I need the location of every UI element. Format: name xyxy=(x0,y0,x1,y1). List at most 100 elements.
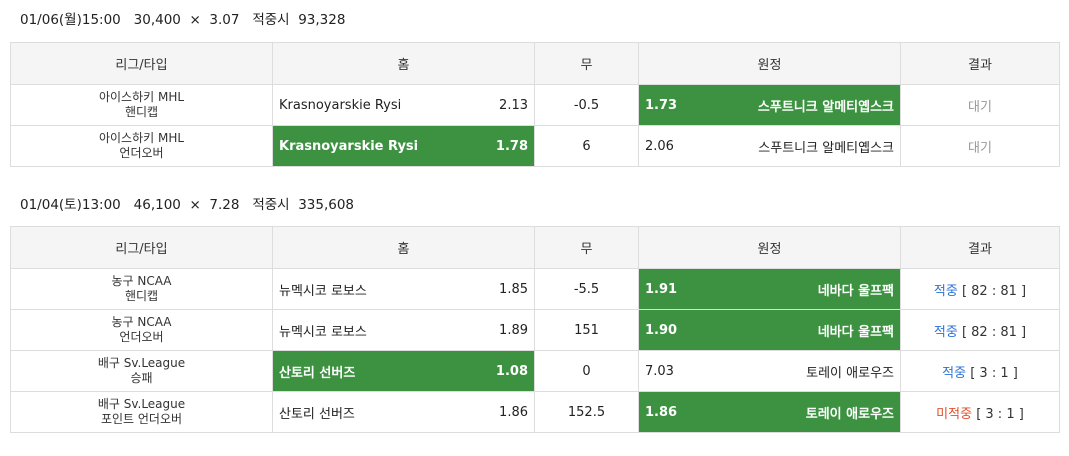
payout-label: 적중시 xyxy=(252,197,290,213)
away-odds: 1.86 xyxy=(645,404,678,420)
bet-table: 리그/타입 홈 무 원정 결과 농구 NCAA 핸디캡 뉴멕시코 로보스 1.85 … xyxy=(10,226,1060,433)
result-status: 적중 xyxy=(933,283,958,299)
bet-type: 핸디캡 xyxy=(124,105,159,119)
draw-cell[interactable]: -5.5 xyxy=(534,268,639,310)
col-header-result: 결과 xyxy=(900,42,1060,85)
away-odds-cell[interactable]: 2.06 스푸트니크 알메티옙스크 xyxy=(638,125,901,167)
draw-cell[interactable]: 151 xyxy=(534,309,639,351)
away-odds: 1.91 xyxy=(645,281,678,297)
league-name: 농구 NCAA xyxy=(111,315,172,329)
league-cell: 농구 NCAA 핸디캡 xyxy=(10,268,273,310)
home-team: Krasnoyarskie Rysi xyxy=(279,138,419,154)
result-status: 미적중 xyxy=(936,406,973,422)
league-name: 농구 NCAA xyxy=(111,274,172,288)
result-score: [ 82 : 81 ] xyxy=(961,324,1027,340)
home-odds-cell-selected[interactable]: Krasnoyarskie Rysi 1.78 xyxy=(272,125,535,167)
table-row: 배구 Sv.League 승패 산토리 선버즈 1.08 0 7.03 토레이 애로우… xyxy=(10,350,1060,392)
slip-total-odds: 3.07 xyxy=(209,12,240,28)
result-status: 대기 xyxy=(968,99,992,115)
home-odds: 2.13 xyxy=(499,97,528,113)
table-row: 배구 Sv.League 포인트 언더오버 산토리 선버즈 1.86 152.5 1… xyxy=(10,391,1060,433)
league-name: 아이스하키 MHL xyxy=(98,90,185,104)
col-header-league: 리그/타입 xyxy=(10,226,273,269)
home-odds-cell[interactable]: 뉴멕시코 로보스 1.85 xyxy=(272,268,535,310)
league-cell: 배구 Sv.League 포인트 언더오버 xyxy=(10,391,273,433)
table-row: 아이스하키 MHL 핸디캡 Krasnoyarskie Rysi 2.13 -0.5… xyxy=(10,84,1060,126)
away-team: 네바다 울프팩 xyxy=(817,283,894,299)
slip-header: 01/04(토)13:00 46,100 × 7.28 적중시 335,608 xyxy=(20,195,354,215)
result-cell: 대기 xyxy=(900,125,1060,167)
table-row: 농구 NCAA 핸디캡 뉴멕시코 로보스 1.85 -5.5 1.91 네바다 울프팩… xyxy=(10,268,1060,310)
col-header-result: 결과 xyxy=(900,226,1060,269)
result-score: [ 82 : 81 ] xyxy=(961,283,1027,299)
league-cell: 배구 Sv.League 승패 xyxy=(10,350,273,392)
away-odds: 1.90 xyxy=(645,322,678,338)
slip-stake: 30,400 xyxy=(133,12,181,28)
result-cell: 대기 xyxy=(900,84,1060,126)
home-team: 뉴멕시코 로보스 xyxy=(279,283,367,299)
home-odds-cell[interactable]: 뉴멕시코 로보스 1.89 xyxy=(272,309,535,351)
home-team: Krasnoyarskie Rysi xyxy=(279,97,402,113)
home-odds: 1.78 xyxy=(495,138,528,154)
slip-stake: 46,100 xyxy=(133,197,181,213)
result-status: 대기 xyxy=(968,140,992,156)
payout-label: 적중시 xyxy=(252,12,290,28)
away-team: 스푸트니크 알메티옙스크 xyxy=(758,140,894,156)
col-header-home: 홈 xyxy=(272,42,535,85)
bet-type: 포인트 언더오버 xyxy=(100,412,183,426)
col-header-draw: 무 xyxy=(534,226,639,269)
slip-header: 01/06(월)15:00 30,400 × 3.07 적중시 93,328 xyxy=(20,10,345,30)
col-header-away: 원정 xyxy=(638,42,901,85)
result-cell: 적중 [ 82 : 81 ] xyxy=(900,268,1060,310)
away-team: 토레이 애로우즈 xyxy=(805,406,894,422)
away-team: 스푸트니크 알메티옙스크 xyxy=(757,99,894,115)
result-score: [ 3 : 1 ] xyxy=(976,406,1024,422)
result-status: 적중 xyxy=(942,365,967,381)
result-cell: 적중 [ 82 : 81 ] xyxy=(900,309,1060,351)
col-header-draw: 무 xyxy=(534,42,639,85)
home-odds-cell[interactable]: 산토리 선버즈 1.86 xyxy=(272,391,535,433)
col-header-home: 홈 xyxy=(272,226,535,269)
draw-cell[interactable]: 152.5 xyxy=(534,391,639,433)
home-team: 뉴멕시코 로보스 xyxy=(279,324,367,340)
home-odds: 1.89 xyxy=(499,322,528,338)
away-odds-cell-selected[interactable]: 1.91 네바다 울프팩 xyxy=(638,268,901,310)
draw-cell[interactable]: -0.5 xyxy=(534,84,639,126)
table-row: 아이스하키 MHL 언더오버 Krasnoyarskie Rysi 1.78 6 2… xyxy=(10,125,1060,167)
home-odds-cell[interactable]: Krasnoyarskie Rysi 2.13 xyxy=(272,84,535,126)
away-odds-cell-selected[interactable]: 1.86 토레이 애로우즈 xyxy=(638,391,901,433)
away-odds: 2.06 xyxy=(645,138,674,154)
table-header-row: 리그/타입 홈 무 원정 결과 xyxy=(10,42,1060,85)
result-status: 적중 xyxy=(933,324,958,340)
bet-type: 언더오버 xyxy=(119,330,164,344)
result-score: [ 3 : 1 ] xyxy=(970,365,1018,381)
away-odds-cell-selected[interactable]: 1.73 스푸트니크 알메티옙스크 xyxy=(638,84,901,126)
league-cell: 아이스하키 MHL 핸디캡 xyxy=(10,84,273,126)
away-odds-cell[interactable]: 7.03 토레이 애로우즈 xyxy=(638,350,901,392)
slip-datetime: 01/04(토)13:00 xyxy=(20,197,121,213)
home-odds: 1.86 xyxy=(499,404,528,420)
draw-cell[interactable]: 0 xyxy=(534,350,639,392)
away-team: 토레이 애로우즈 xyxy=(806,365,894,381)
home-team: 산토리 선버즈 xyxy=(279,365,356,381)
away-odds: 1.73 xyxy=(645,97,678,113)
slip-total-odds: 7.28 xyxy=(209,197,240,213)
bet-type: 승패 xyxy=(130,371,153,385)
away-team: 네바다 울프팩 xyxy=(817,324,894,340)
slip-payout: 335,608 xyxy=(298,197,355,213)
home-odds: 1.85 xyxy=(499,281,528,297)
col-header-away: 원정 xyxy=(638,226,901,269)
away-odds: 7.03 xyxy=(645,363,674,379)
slip-datetime: 01/06(월)15:00 xyxy=(20,12,121,28)
home-odds: 1.08 xyxy=(495,363,528,379)
table-row: 농구 NCAA 언더오버 뉴멕시코 로보스 1.89 151 1.90 네바다 울프팩… xyxy=(10,309,1060,351)
home-team: 산토리 선버즈 xyxy=(279,406,355,422)
league-cell: 아이스하키 MHL 언더오버 xyxy=(10,125,273,167)
league-name: 아이스하키 MHL xyxy=(98,131,185,145)
away-odds-cell-selected[interactable]: 1.90 네바다 울프팩 xyxy=(638,309,901,351)
draw-cell[interactable]: 6 xyxy=(534,125,639,167)
bet-type: 핸디캡 xyxy=(124,289,159,303)
table-header-row: 리그/타입 홈 무 원정 결과 xyxy=(10,226,1060,269)
home-odds-cell-selected[interactable]: 산토리 선버즈 1.08 xyxy=(272,350,535,392)
bet-table: 리그/타입 홈 무 원정 결과 아이스하키 MHL 핸디캡 Krasnoyarsk… xyxy=(10,42,1060,167)
